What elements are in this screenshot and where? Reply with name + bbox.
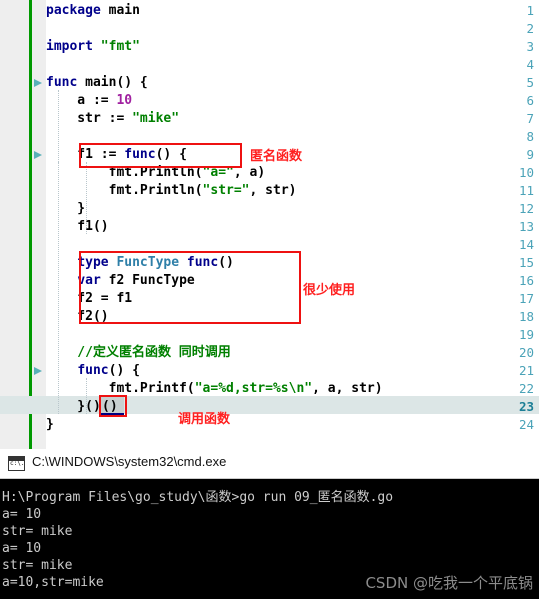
line-number: 3 <box>526 39 534 54</box>
code-token: f2 = f1 <box>46 291 133 306</box>
code-token: f2() <box>46 309 109 324</box>
code-token: func <box>186 255 219 270</box>
line-number: 7 <box>526 111 534 126</box>
code-token: , str) <box>249 183 297 198</box>
code-token: FuncType <box>116 255 180 270</box>
code-editor[interactable]: 1 2 3 4 5 6 7 8 9 10 11 12 13 14 15 16 1… <box>0 0 539 449</box>
code-token: "a=" <box>202 165 234 180</box>
cmd-icon <box>8 456 25 471</box>
console-output-line: a= 10 <box>2 507 42 522</box>
console-title: C:\WINDOWS\system32\cmd.exe <box>32 454 227 469</box>
line-number: 15 <box>518 255 534 270</box>
line-number: 1 <box>526 3 534 18</box>
console-output-line: str= mike <box>2 524 73 539</box>
code-token: f1() <box>46 219 109 234</box>
console-output-line: a= 10 <box>2 541 42 556</box>
code-token: func <box>77 363 109 378</box>
code-token: , a, str) <box>312 381 383 396</box>
code-token: "fmt" <box>100 39 140 54</box>
code-token: f2 FuncType <box>100 273 195 288</box>
line-number: 22 <box>518 381 534 396</box>
code-token: () <box>102 399 118 414</box>
line-number: 19 <box>518 327 534 342</box>
code-token: "str=" <box>202 183 250 198</box>
code-token: func <box>124 147 156 162</box>
code-token: var <box>77 273 101 288</box>
line-number: 5 <box>526 75 534 90</box>
code-token: () <box>218 255 234 270</box>
code-token: func <box>46 75 78 90</box>
code-token: }() <box>46 399 101 414</box>
code-token: type <box>77 255 109 270</box>
code-token: fmt.Println( <box>46 165 203 180</box>
code-token: import <box>46 39 93 54</box>
code-token: } <box>46 201 86 216</box>
fold-marker-icon[interactable] <box>34 362 43 380</box>
code-token: "a=%d,str=%s\n" <box>194 381 313 396</box>
line-number: 20 <box>518 345 534 360</box>
console-prompt-line: H:\Program Files\go_study\函数>go run 09_匿… <box>2 490 394 505</box>
code-token: f1 := <box>46 147 125 162</box>
code-token: () { <box>155 147 187 162</box>
annotation-anonymous-function: 匿名函数 <box>250 149 303 164</box>
code-token: fmt.Printf( <box>46 381 195 396</box>
line-number: 17 <box>518 291 534 306</box>
line-number: 21 <box>518 363 534 378</box>
code-token: fmt.Println( <box>46 183 203 198</box>
line-number: 24 <box>518 417 534 432</box>
line-number: 13 <box>518 219 534 234</box>
code-token: main <box>100 3 140 18</box>
code-comment: //定义匿名函数 同时调用 <box>46 345 231 360</box>
line-number: 2 <box>526 21 534 36</box>
code-token: main() { <box>77 75 148 90</box>
line-number: 12 <box>518 201 534 216</box>
annotation-call-function: 调用函数 <box>178 412 231 427</box>
line-number: 11 <box>518 183 534 198</box>
code-token: str := <box>46 111 133 126</box>
code-token: 10 <box>116 93 133 108</box>
fold-marker-icon[interactable] <box>34 146 43 164</box>
line-number: 8 <box>526 129 534 144</box>
line-number: 10 <box>518 165 534 180</box>
code-token: , a) <box>233 165 266 180</box>
command-prompt-window[interactable]: C:\WINDOWS\system32\cmd.exe H:\Program F… <box>0 449 539 599</box>
code-folding-gutter[interactable] <box>32 0 46 449</box>
line-number: 9 <box>526 147 534 162</box>
line-number-current: 23 <box>518 399 534 414</box>
gutter-accent-bar <box>29 0 32 449</box>
annotation-rarely-used: 很少使用 <box>303 283 356 298</box>
code-token: "mike" <box>132 111 180 126</box>
fold-marker-icon[interactable] <box>34 74 43 92</box>
line-number: 16 <box>518 273 534 288</box>
watermark: CSDN @吃我一个平底锅 <box>365 574 533 592</box>
code-token: () { <box>108 363 140 378</box>
code-token: package <box>46 3 101 18</box>
line-number-gutter <box>0 0 32 449</box>
console-title-bar[interactable]: C:\WINDOWS\system32\cmd.exe <box>0 449 539 479</box>
code-token: } <box>46 417 54 432</box>
line-number: 4 <box>526 57 534 72</box>
code-token: a := <box>46 93 117 108</box>
line-number: 14 <box>518 237 534 252</box>
line-number: 18 <box>518 309 534 324</box>
line-number: 6 <box>526 93 534 108</box>
